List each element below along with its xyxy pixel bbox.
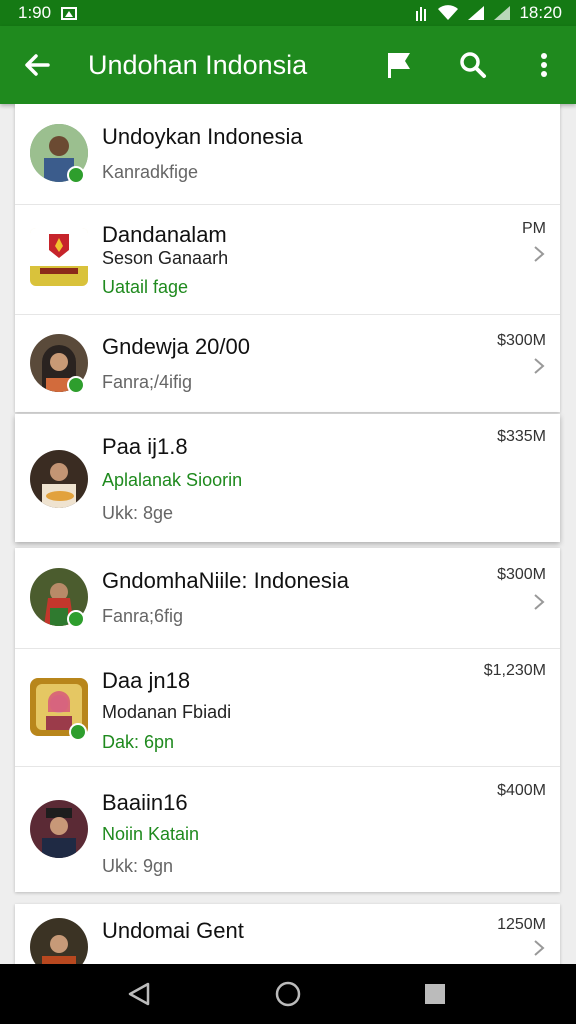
list-item[interactable]: Undomai Gent 1250M (15, 904, 560, 964)
item-meta: $335M (497, 428, 546, 445)
list-card: Undoykan Indonesia Kanradkfige Dandanala… (15, 104, 560, 412)
item-subtitle: Kanradkfige (102, 162, 199, 182)
item-subtitle: Modanan Fbiadi (102, 702, 232, 722)
chevron-right-icon (534, 246, 545, 262)
status-bar: 1:90 18:20 (0, 0, 576, 26)
gallery-icon (61, 6, 78, 20)
list-card: GndomhaNiile: Indonesia Fanra;6fig $300M… (15, 548, 560, 892)
list-item[interactable]: Daa jn18 Modanan Fbiadi Dak: 6pn $1,230M (15, 648, 560, 767)
chevron-right-icon (534, 358, 545, 374)
item-subtitle: Fanra;/4ifig (102, 372, 193, 392)
cell-signal-icon (468, 6, 485, 20)
app-bar: Undohan Indonsia (0, 26, 576, 104)
home-circle-icon[interactable] (273, 979, 303, 1009)
verified-badge (67, 376, 85, 394)
avatar (30, 918, 88, 964)
verified-badge (69, 723, 87, 741)
item-meta: $400M (497, 782, 546, 799)
list-card: Paa ij1.8 Aplalanak Sioorin Ukk: 8ge $33… (15, 414, 560, 542)
list-card: Undomai Gent 1250M (15, 904, 560, 964)
list-item[interactable]: Dandanalam Seson Ganaarh Uatail fage PM (15, 204, 560, 315)
more-vert-icon[interactable] (527, 48, 561, 82)
verified-badge (67, 610, 85, 628)
list-item[interactable]: Baaiin16 Noiin Katain Ukk: 9gn $400M (15, 766, 560, 892)
avatar (30, 450, 88, 508)
item-meta: $300M (497, 566, 546, 583)
item-meta: 1250M (497, 916, 546, 933)
item-subtitle: Fanra;6fig (102, 606, 184, 626)
item-detail: Ukk: 9gn (102, 856, 174, 876)
list-item[interactable]: Paa ij1.8 Aplalanak Sioorin Ukk: 8ge $33… (15, 414, 560, 542)
navigation-bar (0, 964, 576, 1024)
status-time: 1:90 (18, 3, 52, 22)
verified-badge (67, 166, 85, 184)
item-subtitle: Noiin Katain (102, 824, 200, 844)
chevron-right-icon (534, 940, 545, 956)
list-item[interactable]: Undoykan Indonesia Kanradkfige (15, 104, 560, 205)
avatar (30, 228, 88, 286)
item-name: Dandanalam (102, 222, 227, 247)
wifi-icon (438, 5, 459, 20)
item-name: Paa ij1.8 (102, 434, 188, 459)
recents-square-icon[interactable] (420, 979, 450, 1009)
item-name: GndomhaNiile: Indonesia (102, 568, 350, 593)
status-time-right: 18:20 (519, 3, 562, 22)
chevron-right-icon (534, 594, 545, 610)
flag-icon[interactable] (383, 48, 417, 82)
item-subtitle: Aplalanak Sioorin (102, 470, 243, 490)
item-name: Gndewja 20/00 (102, 334, 250, 359)
battery-icon (494, 6, 511, 20)
item-name: Daa jn18 (102, 668, 191, 693)
item-meta: $300M (497, 332, 546, 349)
page-title: Undohan Indonsia (88, 50, 308, 80)
item-name: Undoykan Indonesia (102, 124, 303, 149)
search-icon[interactable] (456, 48, 490, 82)
item-subtitle: Seson Ganaarh (102, 248, 229, 268)
list-item[interactable]: GndomhaNiile: Indonesia Fanra;6fig $300M (15, 548, 560, 649)
avatar (30, 800, 88, 858)
signal-icon (416, 7, 427, 21)
item-detail: Ukk: 8ge (102, 503, 174, 523)
list-item[interactable]: Gndewja 20/00 Fanra;/4ifig $300M (15, 314, 560, 412)
item-name: Undomai Gent (102, 918, 244, 943)
item-detail: Dak: 6pn (102, 732, 175, 752)
item-meta: PM (522, 220, 546, 237)
contact-list: Undoykan Indonesia Kanradkfige Dandanala… (0, 104, 576, 964)
back-arrow-icon[interactable] (20, 48, 54, 82)
item-meta: $1,230M (483, 662, 546, 679)
item-name: Baaiin16 (102, 790, 188, 815)
back-triangle-icon[interactable] (124, 979, 154, 1009)
item-detail: Uatail fage (102, 277, 189, 297)
